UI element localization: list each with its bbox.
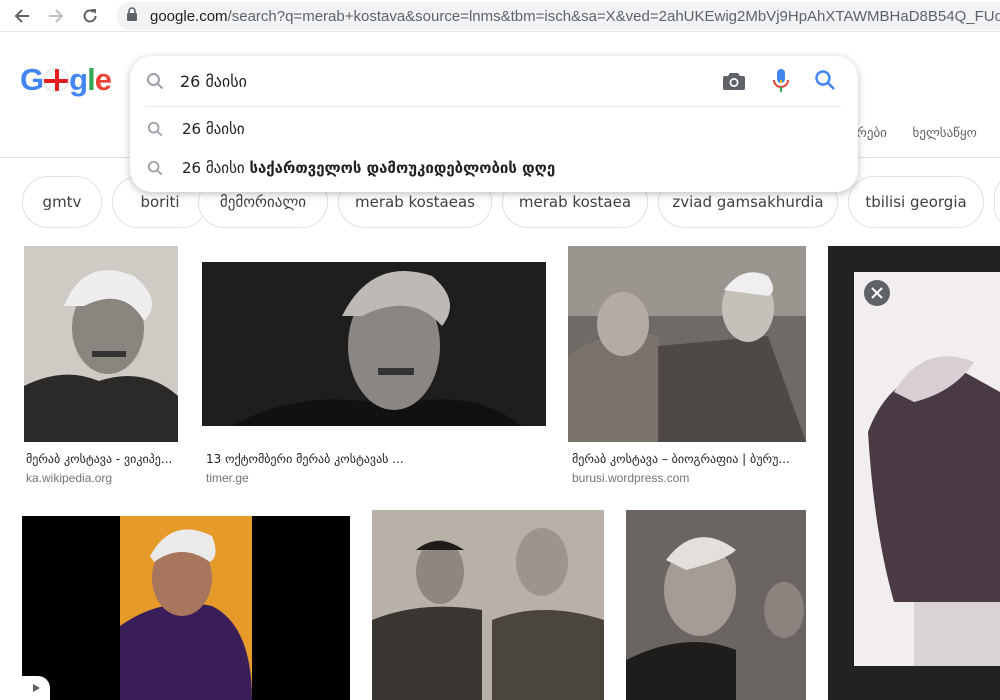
image-result[interactable] bbox=[22, 516, 350, 700]
result-source: burusi.wordpress.com bbox=[572, 471, 690, 485]
result-source: timer.ge bbox=[206, 471, 249, 485]
suggestion-text: 26 მაისი bbox=[182, 120, 245, 138]
image-result[interactable] bbox=[372, 510, 604, 700]
address-bar[interactable]: google.com/search?q=merab+kostava&source… bbox=[116, 2, 1000, 30]
image-result[interactable] bbox=[202, 246, 546, 442]
reload-icon[interactable] bbox=[78, 4, 102, 28]
preview-image[interactable] bbox=[854, 272, 1000, 666]
close-icon[interactable] bbox=[864, 280, 890, 306]
result-source: ka.wikipedia.org bbox=[26, 471, 113, 485]
tab-tools[interactable]: ხელსაწყო bbox=[913, 125, 977, 140]
portrait-photo bbox=[626, 510, 806, 700]
lock-icon bbox=[126, 6, 138, 26]
search-icon bbox=[146, 72, 164, 95]
chip[interactable]: tbilisi georgia bbox=[848, 176, 984, 228]
chip[interactable] bbox=[994, 176, 1000, 228]
back-icon[interactable] bbox=[10, 4, 34, 28]
result-caption[interactable]: მერაბ კოსტავა – ბიოგრაფია | ბურუ... bbox=[572, 452, 790, 466]
group-photo bbox=[568, 246, 806, 442]
result-caption[interactable]: მერაბ კოსტავა - ვიკიპე... bbox=[26, 452, 172, 466]
suggestion-text: 26 მაისი საქართველოს დამოუკიდებლობის დღე bbox=[182, 159, 556, 177]
forward-icon[interactable] bbox=[44, 4, 68, 28]
url-text: google.com/search?q=merab+kostava&source… bbox=[150, 7, 1000, 25]
portrait-photo bbox=[24, 246, 178, 442]
suggestion-item[interactable]: 26 მაისი საქართველოს დამოუკიდებლობის დღე bbox=[130, 149, 858, 187]
georgian-flag-icon bbox=[43, 68, 70, 92]
preview-panel bbox=[828, 246, 1000, 700]
search-icon bbox=[147, 160, 163, 181]
portrait-photo bbox=[22, 516, 350, 700]
search-button-icon[interactable] bbox=[814, 69, 836, 96]
google-logo[interactable]: Ggle bbox=[20, 62, 112, 98]
search-icon bbox=[147, 121, 163, 142]
image-result[interactable] bbox=[626, 510, 806, 700]
preview-photo bbox=[854, 272, 1000, 666]
search-box: 26 მაისი 26 მაისი საქართველოს დამოუკიდებ… bbox=[130, 56, 858, 192]
chip[interactable]: gmtv bbox=[22, 176, 102, 228]
browser-toolbar: google.com/search?q=merab+kostava&source… bbox=[0, 0, 1000, 32]
image-result[interactable] bbox=[568, 246, 806, 442]
search-tabs: ტრები ხელსაწყო bbox=[848, 125, 999, 141]
search-input[interactable] bbox=[180, 68, 700, 94]
image-result[interactable] bbox=[24, 246, 178, 442]
play-icon[interactable] bbox=[22, 676, 50, 700]
microphone-icon[interactable] bbox=[772, 68, 790, 99]
suggestion-item[interactable]: 26 მაისი bbox=[130, 110, 858, 148]
portrait-photo bbox=[202, 262, 546, 426]
group-photo bbox=[372, 510, 604, 700]
camera-icon[interactable] bbox=[722, 70, 746, 97]
result-caption[interactable]: 13 ოქტომბერი მერაბ კოსტავას ... bbox=[206, 452, 404, 466]
suggestion-divider bbox=[146, 106, 842, 107]
